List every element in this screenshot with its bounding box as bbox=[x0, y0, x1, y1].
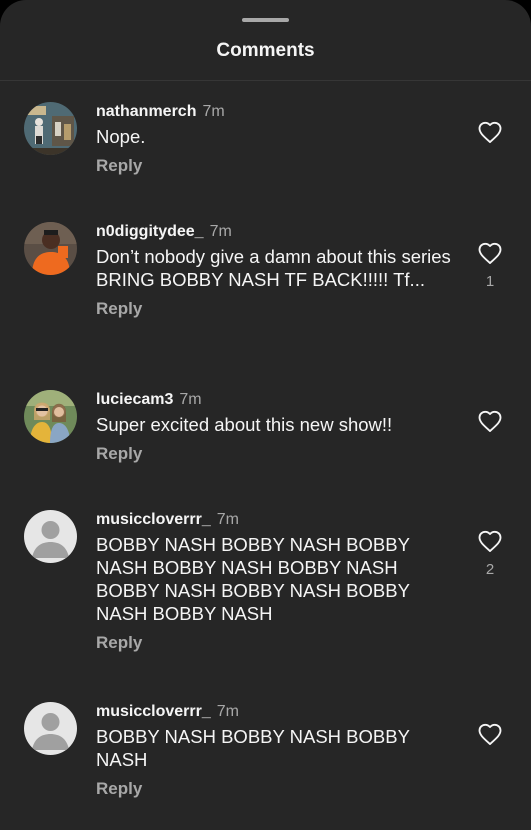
avatar[interactable] bbox=[24, 390, 77, 443]
comment-time: 7m bbox=[202, 103, 225, 120]
reply-button[interactable]: Reply bbox=[96, 444, 142, 464]
avatar[interactable] bbox=[24, 222, 77, 275]
comment-text: Don’t nobody give a damn about this seri… bbox=[96, 246, 451, 290]
reply-button[interactable]: Reply bbox=[96, 633, 142, 653]
comment-username[interactable]: n0diggitydee_ bbox=[96, 223, 204, 240]
like-count: 2 bbox=[485, 561, 495, 578]
comment-username[interactable]: musiccloverrr_ bbox=[96, 511, 211, 528]
comment-time: 7m bbox=[179, 391, 202, 408]
comment-text: Nope. bbox=[96, 126, 146, 147]
like-button[interactable]: 1 bbox=[477, 241, 503, 290]
default-avatar-icon bbox=[24, 702, 77, 755]
avatar[interactable] bbox=[24, 102, 77, 155]
header-divider bbox=[0, 80, 531, 81]
page-title: Comments bbox=[216, 40, 315, 61]
like-button[interactable]: 2 bbox=[477, 529, 503, 578]
heart-outline-icon bbox=[478, 410, 502, 432]
drag-handle[interactable] bbox=[242, 18, 289, 22]
avatar[interactable] bbox=[24, 510, 77, 563]
heart-outline-icon bbox=[478, 723, 502, 745]
avatar[interactable] bbox=[24, 702, 77, 755]
like-button[interactable] bbox=[477, 409, 503, 441]
reply-button[interactable]: Reply bbox=[96, 299, 142, 319]
comment-username[interactable]: musiccloverrr_ bbox=[96, 703, 211, 720]
comments-sheet: Comments nathanmerch 7m Nope. Reply n0di… bbox=[0, 0, 531, 830]
heart-outline-icon bbox=[478, 530, 502, 552]
comment-time: 7m bbox=[216, 511, 239, 528]
like-button[interactable] bbox=[477, 120, 503, 152]
reply-button[interactable]: Reply bbox=[96, 156, 142, 176]
comment-time: 7m bbox=[209, 223, 232, 240]
default-avatar-icon bbox=[24, 510, 77, 563]
comment-text: BOBBY NASH BOBBY NASH BOBBY NASH bbox=[96, 726, 410, 770]
comment-username[interactable]: nathanmerch bbox=[96, 103, 196, 120]
comment-username[interactable]: luciecam3 bbox=[96, 391, 173, 408]
comment-time: 7m bbox=[216, 703, 239, 720]
comment-text: BOBBY NASH BOBBY NASH BOBBY NASH BOBBY N… bbox=[96, 534, 410, 624]
heart-outline-icon bbox=[478, 242, 502, 264]
heart-outline-icon bbox=[478, 121, 502, 143]
like-button[interactable] bbox=[477, 722, 503, 754]
reply-button[interactable]: Reply bbox=[96, 779, 142, 799]
comment-text: Super excited about this new show!! bbox=[96, 414, 393, 435]
like-count: 1 bbox=[485, 273, 495, 290]
